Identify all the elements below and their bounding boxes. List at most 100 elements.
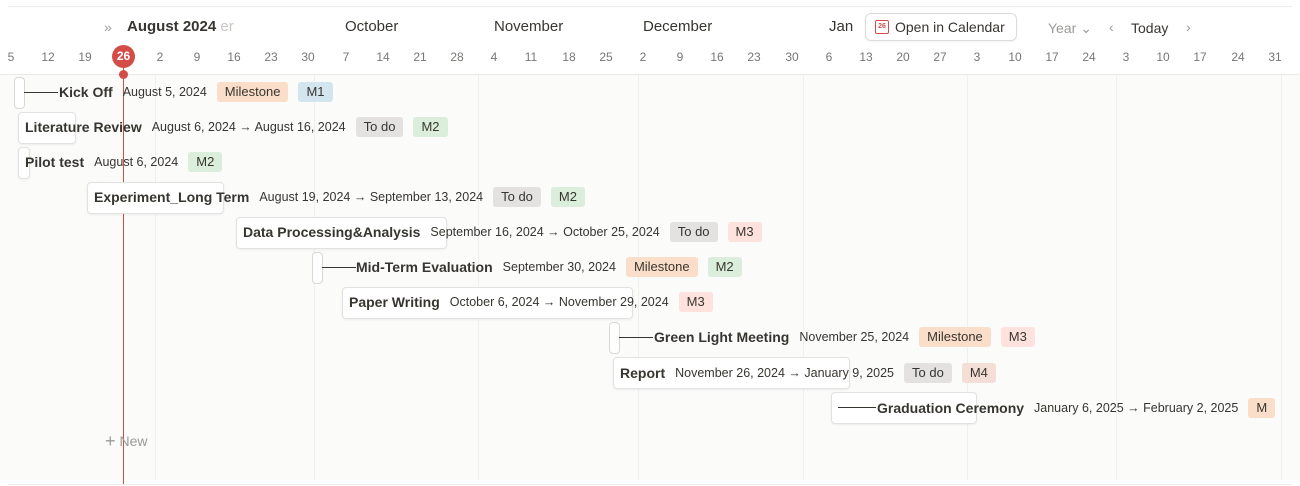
task-title: Paper Writing: [349, 294, 440, 310]
day-tick-label: 4: [490, 50, 498, 64]
phase-tag: M2: [707, 257, 742, 277]
month-label-january: Jan: [829, 18, 854, 35]
status-tag: Milestone: [625, 257, 698, 277]
day-tick-label: 18: [562, 50, 576, 64]
task-title: Experiment_Long Term: [94, 189, 250, 205]
day-tick-label: 9: [193, 50, 201, 64]
status-tag: To do: [669, 222, 718, 242]
phase-tag: M1: [298, 82, 333, 102]
status-tag: M: [1248, 398, 1276, 418]
day-tick-label: 30: [785, 50, 799, 64]
new-task-label: New: [119, 433, 148, 449]
chevron-down-icon: ⌄: [1080, 20, 1092, 36]
milestone-connector: [24, 92, 58, 93]
phase-tag: M3: [727, 222, 762, 242]
month-label-december: December: [643, 18, 713, 35]
day-tick-label: 12: [41, 50, 55, 64]
next-icon[interactable]: ›: [1186, 19, 1191, 35]
task-title: Data Processing&Analysis: [243, 224, 421, 240]
task-title: Kick Off: [59, 84, 113, 100]
scroll-forward-icon[interactable]: »: [104, 19, 112, 35]
day-tick-label: 19: [78, 50, 92, 64]
day-tick-label: 27: [933, 50, 947, 64]
day-tick-label: 7: [342, 50, 350, 64]
task-row[interactable]: Green Light Meeting November 25, 2024 Mi…: [654, 325, 1045, 349]
day-tick-label: 14: [376, 50, 390, 64]
open-in-calendar-button[interactable]: 26 Open in Calendar: [865, 13, 1017, 41]
task-title: Green Light Meeting: [654, 329, 790, 345]
open-in-calendar-label: Open in Calendar: [895, 19, 1005, 35]
month-label-november: November: [494, 18, 564, 35]
day-tick-label: 17: [1045, 50, 1059, 64]
year-dropdown[interactable]: Year ⌄: [1048, 20, 1092, 37]
task-title: Literature Review: [25, 119, 142, 135]
task-title: Mid-Term Evaluation: [356, 259, 493, 275]
task-row[interactable]: Pilot test August 6, 2024 M2: [25, 150, 232, 174]
phase-tag: M3: [678, 292, 713, 312]
task-row[interactable]: Graduation Ceremony January 6, 2025 → Fe…: [877, 396, 1285, 420]
task-row[interactable]: Mid-Term Evaluation September 30, 2024 M…: [356, 255, 752, 279]
day-tick-label: 20: [896, 50, 910, 64]
day-tick-label: 24: [1082, 50, 1096, 64]
status-tag: To do: [493, 187, 541, 207]
milestone-connector: [619, 337, 653, 338]
milestone-marker[interactable]: [14, 77, 25, 109]
day-tick-label: 24: [1231, 50, 1245, 64]
task-date: August 19, 2024 → September 13, 2024: [259, 190, 484, 204]
day-tick-label: 28: [450, 50, 464, 64]
task-date: November 25, 2024: [799, 330, 910, 344]
day-tick-label: 23: [747, 50, 761, 64]
day-tick-label: 3: [1122, 50, 1130, 64]
task-row[interactable]: Kick Off August 5, 2024 Milestone M1: [59, 80, 343, 104]
milestone-connector: [322, 267, 356, 268]
day-tick-label: 31: [1268, 50, 1282, 64]
day-tick-label: 25: [599, 50, 613, 64]
day-tick-label: 2: [639, 50, 647, 64]
day-tick-label: 9: [676, 50, 684, 64]
milestone-marker[interactable]: [312, 252, 323, 284]
bottom-divider: [8, 484, 1292, 485]
phase-tag: M4: [961, 363, 996, 383]
task-title: Report: [620, 365, 666, 381]
today-button[interactable]: Today: [1131, 20, 1168, 36]
calendar-icon: 26: [875, 20, 889, 34]
plus-icon: +: [105, 431, 116, 451]
milestone-marker[interactable]: [609, 322, 620, 354]
previous-icon[interactable]: ‹: [1109, 19, 1114, 35]
new-task-button[interactable]: + New: [105, 431, 148, 451]
day-tick-label: 30: [301, 50, 315, 64]
day-tick-label: 10: [1156, 50, 1170, 64]
task-date: August 5, 2024: [122, 85, 207, 99]
status-tag: Milestone: [919, 327, 991, 347]
phase-tag: M3: [1000, 327, 1035, 347]
day-tick-label: 5: [7, 50, 15, 64]
task-title: Pilot test: [25, 154, 85, 170]
day-tick-label: 6: [825, 50, 833, 64]
task-row[interactable]: Paper Writing October 6, 2024 → November…: [349, 290, 723, 314]
phase-tag: M2: [413, 117, 448, 137]
task-date: November 26, 2024 → January 9, 2025: [675, 366, 895, 380]
status-tag: To do: [355, 117, 404, 137]
day-tick-label: 16: [710, 50, 724, 64]
task-row[interactable]: Experiment_Long Term August 19, 2024 → S…: [94, 185, 595, 209]
current-month-label: August 2024 er: [127, 18, 234, 35]
status-tag: Milestone: [216, 82, 289, 102]
task-date: October 6, 2024 → November 29, 2024: [449, 295, 669, 309]
task-date: January 6, 2025 → February 2, 2025: [1034, 401, 1239, 415]
task-row[interactable]: Literature Review August 6, 2024 → Augus…: [25, 115, 458, 139]
month-gridline: [803, 75, 804, 480]
top-divider: [8, 6, 1292, 7]
task-row[interactable]: Report November 26, 2024 → January 9, 20…: [620, 361, 1006, 385]
day-tick-label: 11: [524, 50, 538, 64]
milestone-connector: [838, 407, 876, 408]
task-date: August 6, 2024 → August 16, 2024: [151, 120, 346, 134]
task-title: Graduation Ceremony: [877, 400, 1025, 416]
day-tick-label: 13: [859, 50, 873, 64]
day-tick-label: 21: [413, 50, 427, 64]
day-tick-label: 3: [973, 50, 981, 64]
day-tick-label: 17: [1193, 50, 1207, 64]
task-row[interactable]: Data Processing&Analysis September 16, 2…: [243, 220, 772, 244]
today-marker-dot: [119, 70, 128, 79]
task-date: September 30, 2024: [502, 260, 616, 274]
day-tick-label: 10: [1008, 50, 1022, 64]
